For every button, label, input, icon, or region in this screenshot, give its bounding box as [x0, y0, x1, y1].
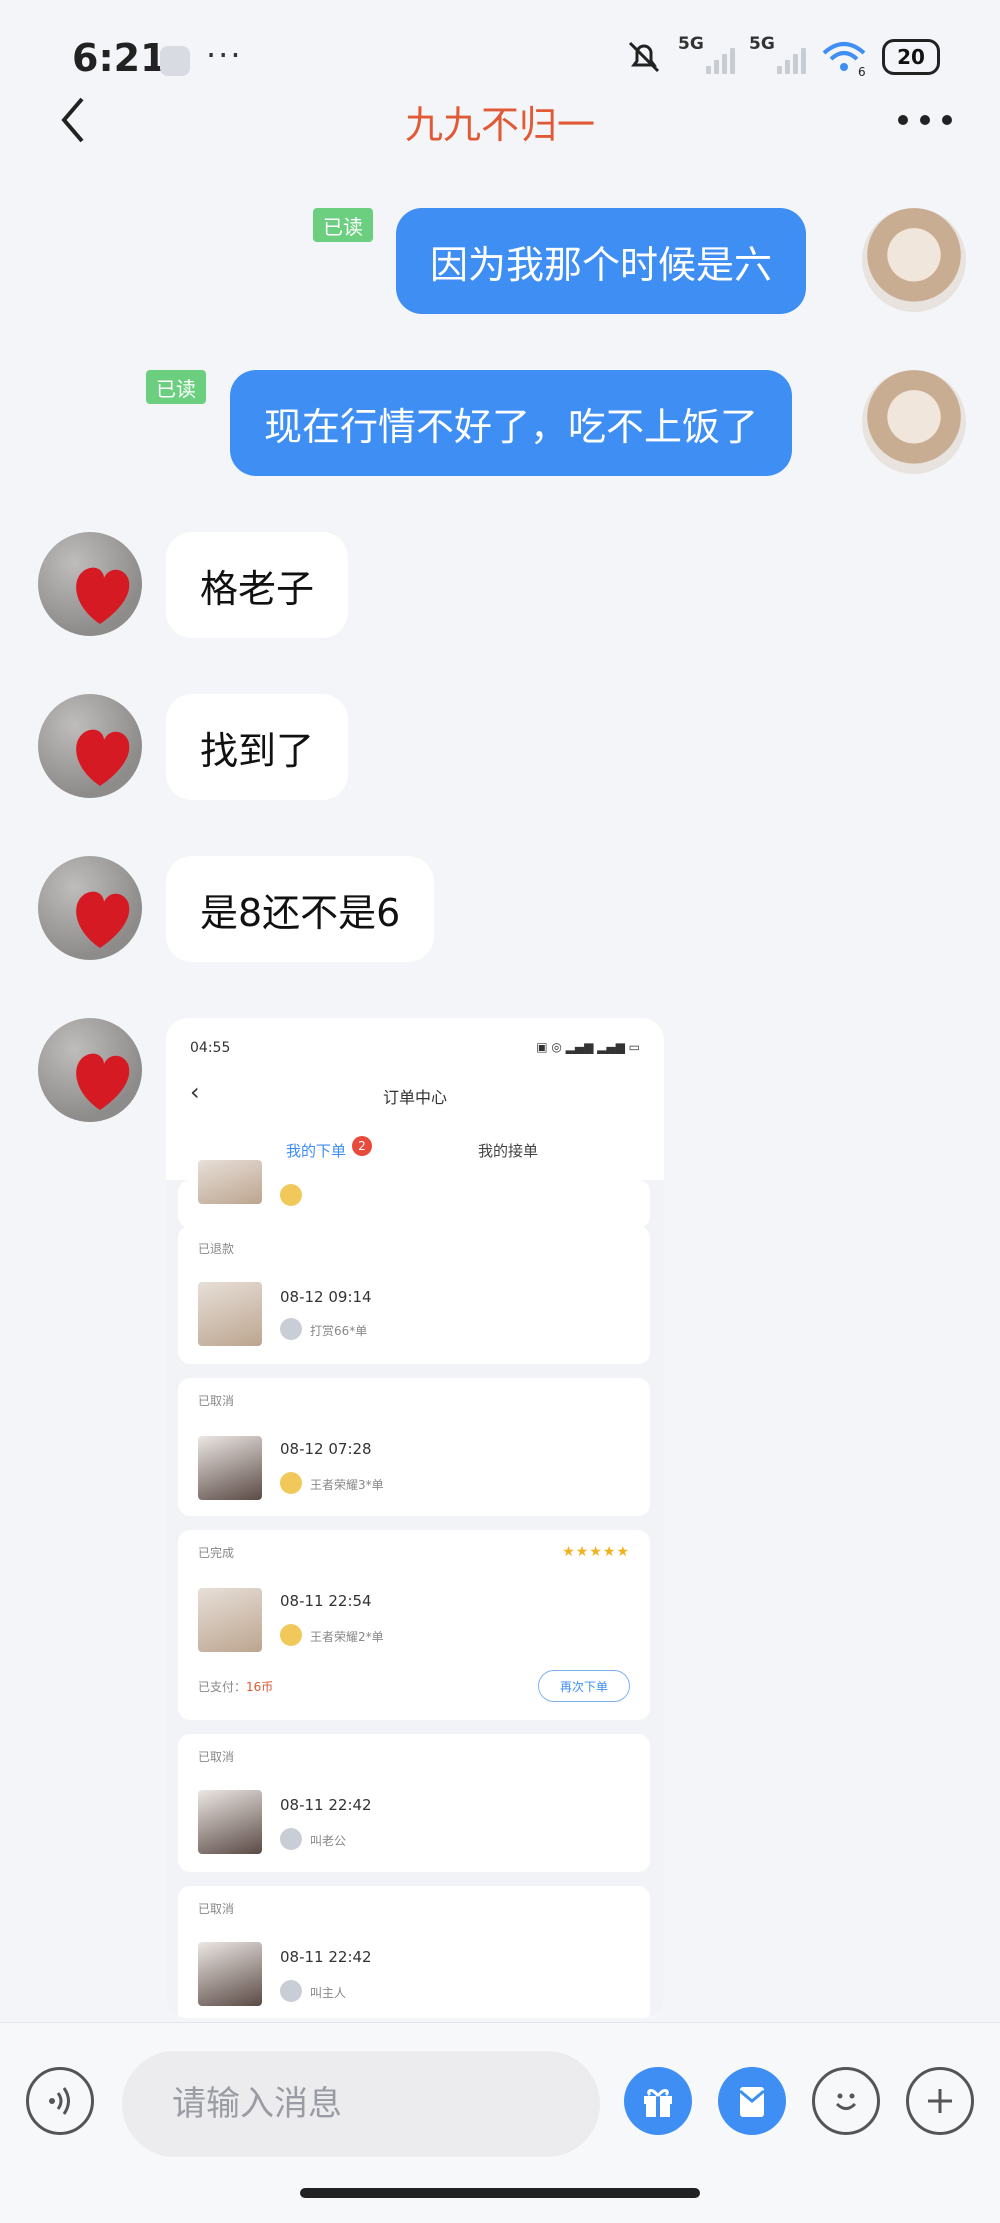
- order-status: 已退款: [198, 1242, 235, 1256]
- order-date: 08-11 22:42: [280, 1948, 372, 1966]
- my-avatar[interactable]: [862, 208, 966, 312]
- order-date: 08-12 09:14: [280, 1288, 372, 1306]
- chat-title: 九九不归一: [404, 103, 595, 147]
- read-status: 已读: [146, 370, 206, 404]
- wifi-number: 6: [858, 65, 866, 77]
- coin-icon: [280, 1318, 302, 1340]
- message-bubble[interactable]: 找到了: [166, 694, 349, 800]
- contact-avatar[interactable]: [38, 694, 142, 798]
- coin-icon: [280, 1184, 302, 1206]
- more-options-button[interactable]: [890, 100, 960, 140]
- order-status: 已取消: [198, 1750, 235, 1764]
- red-packet-icon: [739, 2087, 765, 2117]
- order-thumbnail: [198, 1588, 262, 1652]
- coin-icon: [280, 1472, 302, 1494]
- message-input[interactable]: [122, 2051, 600, 2157]
- coin-icon: [280, 1980, 302, 2002]
- contact-avatar[interactable]: [38, 532, 142, 636]
- message-outgoing: 已读 因为我那个时候是六: [0, 208, 1000, 318]
- order-paid: 已支付：16币: [198, 1678, 273, 1695]
- order-service: 叫主人: [310, 1986, 347, 2000]
- signal-sim1-icon: 5G: [678, 34, 735, 74]
- voice-wave-icon: [49, 2087, 70, 2115]
- reorder-button: 再次下单: [538, 1670, 630, 1702]
- order-thumbnail: [198, 1942, 262, 2006]
- order-date: 08-11 22:42: [280, 1796, 372, 1814]
- red-packet-button[interactable]: [718, 2067, 786, 2135]
- screenshot-order-card: 已取消 08-11 22:42 叫主人: [178, 1886, 650, 2018]
- screenshot-status-icons: ▣ ◎ ▂▄▆ ▂▄▆ ▭: [536, 1040, 640, 1054]
- sim1-label: 5G: [678, 34, 704, 54]
- plus-icon: [928, 2089, 952, 2113]
- order-service: 王者荣耀2*单: [310, 1630, 384, 1644]
- order-status: 已取消: [198, 1902, 235, 1916]
- sim2-label: 5G: [749, 34, 775, 54]
- app-notification-icon: [160, 46, 190, 76]
- heart-icon: [76, 891, 130, 948]
- wifi-icon: 6: [822, 42, 866, 77]
- message-outgoing: 已读 现在行情不好了，吃不上饭了: [0, 370, 1000, 480]
- status-time: 6:21: [72, 36, 167, 80]
- order-thumbnail: [198, 1790, 262, 1854]
- message-incoming: 是8还不是6: [0, 856, 1000, 966]
- message-incoming: 找到了: [0, 694, 1000, 804]
- message-input-box[interactable]: [122, 2051, 600, 2157]
- smiley-icon: [835, 2093, 857, 2110]
- status-icons: 5G 5G 6 20: [624, 32, 940, 82]
- order-thumbnail: [198, 1160, 262, 1204]
- screenshot-order-card-partial: [178, 1160, 650, 1228]
- heart-icon: [76, 567, 130, 624]
- signal-sim2-icon: 5G: [749, 34, 806, 74]
- coin-icon: [280, 1624, 302, 1646]
- screenshot-tab-my-orders: 我的下单: [286, 1142, 347, 1160]
- paid-label: 已支付：: [198, 1680, 247, 1694]
- nav-bar: 九九不归一: [0, 90, 1000, 150]
- contact-avatar[interactable]: [38, 1018, 142, 1122]
- paid-value: 16币: [246, 1680, 274, 1694]
- my-avatar[interactable]: [862, 370, 966, 474]
- message-bubble[interactable]: 现在行情不好了，吃不上饭了: [230, 370, 793, 476]
- order-status: 已取消: [198, 1394, 235, 1408]
- gift-button[interactable]: [624, 2067, 692, 2135]
- message-bubble[interactable]: 格老子: [166, 532, 349, 638]
- more-actions-button[interactable]: [906, 2067, 974, 2135]
- status-more: ···: [206, 36, 243, 74]
- gift-icon: [644, 2089, 672, 2117]
- order-thumbnail: [198, 1436, 262, 1500]
- contact-avatar[interactable]: [38, 856, 142, 960]
- order-date: 08-12 07:28: [280, 1440, 372, 1458]
- order-status: 已完成: [198, 1546, 235, 1560]
- order-date: 08-11 22:54: [280, 1592, 372, 1610]
- screenshot-tab-badge: 2: [352, 1136, 372, 1156]
- screenshot-header: 04:55 ▣ ◎ ▂▄▆ ▂▄▆ ▭ ‹ 订单中心 我的下单 2 我的接单: [166, 1018, 664, 1180]
- read-status: 已读: [313, 208, 373, 242]
- ellipsis-icon: [898, 115, 952, 125]
- status-bar: 6:21 ··· 5G 5G 6 20: [0, 0, 1000, 100]
- rating-stars: ★★★★★: [562, 1544, 630, 1560]
- battery-icon: 20: [882, 39, 940, 75]
- screenshot-order-card: 已取消 08-11 22:42 叫老公: [178, 1734, 650, 1872]
- screenshot-order-card: 已取消 08-12 07:28 王者荣耀3*单: [178, 1378, 650, 1516]
- voice-input-button[interactable]: [26, 2067, 94, 2135]
- order-service: 叫老公: [310, 1834, 347, 1848]
- home-indicator[interactable]: [300, 2188, 700, 2198]
- heart-icon: [76, 1053, 130, 1110]
- emoji-button[interactable]: [812, 2067, 880, 2135]
- screenshot-time: 04:55: [190, 1040, 231, 1056]
- order-service: 王者荣耀3*单: [310, 1478, 384, 1492]
- screenshot-title: 订单中心: [382, 1088, 447, 1107]
- heart-icon: [76, 729, 130, 786]
- mute-bell-icon: [628, 41, 660, 73]
- order-service: 打赏66*单: [310, 1324, 368, 1338]
- order-thumbnail: [198, 1282, 262, 1346]
- battery-level: 20: [897, 45, 925, 69]
- message-incoming: 格老子: [0, 532, 1000, 642]
- coin-icon: [280, 1828, 302, 1850]
- screenshot-order-card: 已完成 ★★★★★ 08-11 22:54 王者荣耀2*单 已支付：16币 再次…: [178, 1530, 650, 1720]
- message-bubble[interactable]: 因为我那个时候是六: [396, 208, 807, 314]
- screenshot-tab-received-orders: 我的接单: [478, 1142, 539, 1160]
- screenshot-order-card: 已退款 08-12 09:14 打赏66*单: [178, 1226, 650, 1364]
- message-bubble[interactable]: 是8还不是6: [166, 856, 435, 962]
- image-message-screenshot[interactable]: 04:55 ▣ ◎ ▂▄▆ ▂▄▆ ▭ ‹ 订单中心 我的下单 2 我的接单 已…: [166, 1018, 664, 2018]
